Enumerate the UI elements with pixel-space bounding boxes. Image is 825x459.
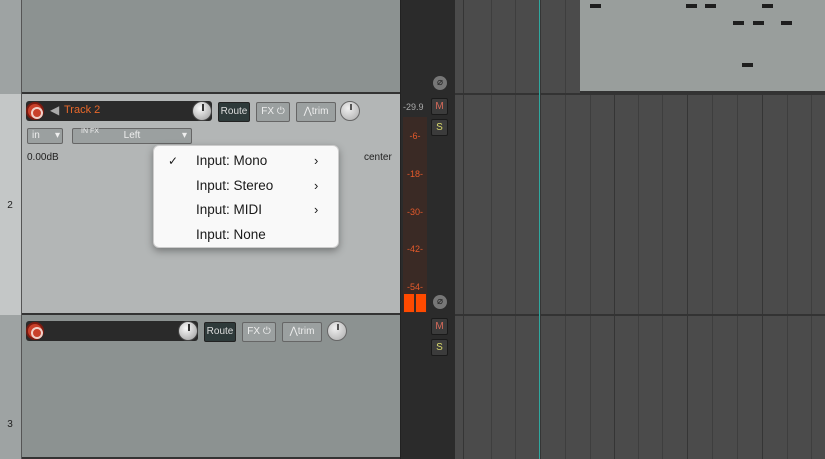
fx-label: FX <box>247 326 261 337</box>
menu-item-label: Input: Stereo <box>196 177 274 193</box>
grid-line <box>540 0 541 459</box>
midi-note <box>781 21 792 25</box>
speaker-icon: ◀ <box>50 103 60 117</box>
midi-note <box>705 4 716 8</box>
chevron-right-icon: › <box>314 153 319 168</box>
midi-note <box>590 4 601 8</box>
track-1-number-strip[interactable] <box>0 0 22 94</box>
volume-knob[interactable] <box>178 321 198 341</box>
track-name-field[interactable]: Track 2 ◀ <box>26 101 212 121</box>
volume-knob[interactable] <box>192 101 212 121</box>
menu-item[interactable]: ✓ Input: Mono › <box>154 149 338 174</box>
menu-item[interactable]: Input: None <box>154 223 338 248</box>
input-fx-label: IN FX <box>81 128 99 135</box>
grid-line <box>565 0 566 459</box>
solo-button[interactable]: S <box>431 119 448 136</box>
trim-button[interactable]: ⋀trim <box>296 102 336 122</box>
chevron-right-icon: › <box>314 177 319 193</box>
track-3-number-strip[interactable]: 3 <box>0 315 22 459</box>
track-divider <box>455 93 825 95</box>
meter-tick: -30- <box>406 207 423 217</box>
chevron-down-icon: ▾ <box>54 130 60 141</box>
meter-bar-left <box>404 294 414 312</box>
grid-line <box>463 0 464 459</box>
midi-note <box>686 4 697 8</box>
solo-button[interactable]: S <box>431 339 448 356</box>
input-monitor-button[interactable]: in ▾ <box>27 128 63 144</box>
menu-item[interactable]: Input: MIDI › <box>154 198 338 223</box>
track-number: 2 <box>7 200 13 211</box>
pan-knob[interactable] <box>327 321 347 341</box>
track-divider <box>455 314 825 316</box>
meter-tick: -42- <box>406 244 423 254</box>
input-context-menu: ✓ Input: Mono › Input: Stereo › Input: MIDI › I… <box>153 145 339 248</box>
pan-readout: center <box>364 152 392 163</box>
menu-item[interactable]: Input: Stereo › <box>154 174 338 199</box>
pan-knob[interactable] <box>340 101 360 121</box>
grid-line <box>491 0 492 459</box>
edit-cursor[interactable] <box>539 0 540 459</box>
chevron-down-icon: ▾ <box>181 130 187 141</box>
input-channel: Left <box>123 130 141 141</box>
midi-note <box>733 21 744 25</box>
check-icon: ✓ <box>168 154 179 168</box>
midi-note <box>742 63 753 67</box>
record-arm-button[interactable] <box>26 322 44 340</box>
meter-tick: -54- <box>406 282 423 292</box>
meter-tick: -18- <box>406 169 423 179</box>
level-meter: -6- -18- -30- -42- -54- <box>403 117 427 313</box>
trim-button[interactable]: ⋀trim <box>282 322 322 342</box>
input-select-button[interactable]: IN FX Left ▾ <box>72 128 192 144</box>
track-2-number-strip[interactable]: 2 <box>0 94 22 315</box>
menu-item-label: Input: None <box>196 226 266 242</box>
volume-readout: 0.00dB <box>27 152 59 163</box>
track-name: Track 2 <box>64 104 101 116</box>
record-arm-button[interactable] <box>26 102 44 120</box>
mute-button[interactable]: M <box>431 98 448 115</box>
phase-icon[interactable]: ⌀ <box>433 76 447 90</box>
track-number: 3 <box>7 419 13 430</box>
route-button[interactable]: Route <box>204 322 236 342</box>
track-3-panel[interactable]: Route FX ⏻ ⋀trim <box>22 315 400 459</box>
midi-item[interactable] <box>580 0 825 93</box>
fx-label: FX <box>261 106 275 117</box>
track-1-panel[interactable] <box>22 0 400 94</box>
chevron-right-icon: › <box>314 202 319 217</box>
mute-button[interactable]: M <box>431 318 448 335</box>
meter-bar-right <box>416 294 426 312</box>
power-icon: ⏻ <box>262 326 271 337</box>
fx-button[interactable]: FX ⏻ <box>256 102 290 122</box>
menu-item-label: Input: Mono <box>196 153 268 168</box>
phase-icon[interactable]: ⌀ <box>433 295 447 309</box>
input-label: in <box>32 130 40 141</box>
power-icon: ⏻ <box>276 106 285 117</box>
midi-note <box>753 21 764 25</box>
midi-note <box>762 4 773 8</box>
route-button[interactable]: Route <box>218 102 250 122</box>
grid-line <box>515 0 516 459</box>
trim-label: trim <box>297 326 315 337</box>
envelope-icon: ⋀ <box>303 106 312 117</box>
envelope-icon: ⋀ <box>289 326 298 337</box>
track-name-field[interactable] <box>26 321 198 341</box>
peak-readout: -29.9 <box>403 102 424 112</box>
menu-item-label: Input: MIDI <box>196 202 263 217</box>
fx-button[interactable]: FX ⏻ <box>242 322 276 342</box>
meter-tick: -6- <box>409 131 421 141</box>
trim-label: trim <box>311 106 329 117</box>
